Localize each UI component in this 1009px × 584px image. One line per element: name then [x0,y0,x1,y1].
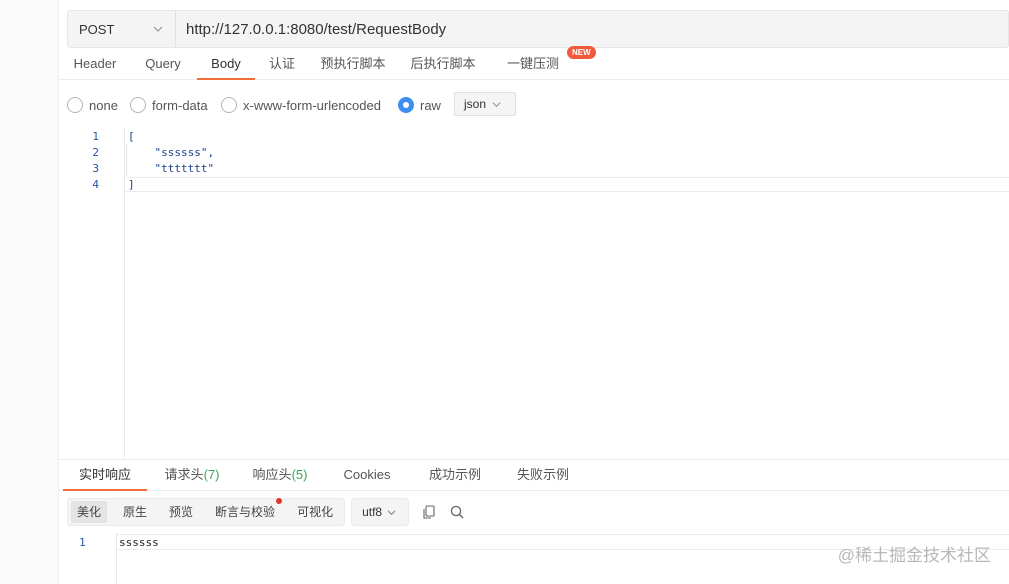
raw-format-label: json [464,97,487,111]
response-text: ssssss [119,536,159,549]
response-gutter: 1 [59,533,117,584]
radio-circle-selected [398,97,414,113]
new-badge: NEW [567,46,596,59]
method-select[interactable]: POST [68,11,176,47]
tab-auth[interactable]: 认证 [265,48,299,80]
tab-realtime-response[interactable]: 实时响应 [63,460,147,491]
raw-format-select[interactable]: json [454,92,516,116]
tab-header[interactable]: Header [67,48,123,80]
radio-circle [67,97,83,113]
response-headers-count: (5) [291,467,308,482]
tab-post-script[interactable]: 后执行脚本 [407,48,479,80]
radio-urlencoded-label: x-www-form-urlencoded [243,97,381,113]
tab-pre-script[interactable]: 预执行脚本 [317,48,389,80]
watermark: @稀土掘金技术社区 [837,546,991,565]
chevron-down-icon [492,101,501,107]
code-line: [ [128,130,135,143]
encoding-select[interactable]: utf8 [351,498,410,526]
body-editor[interactable]: 1 2 3 4 [ "ssssss", "ttttttt" ] [59,128,1009,458]
request-tabs: Header Query Body 认证 预执行脚本 后执行脚本 一键压测 [59,48,1009,80]
tab-success-example[interactable]: 成功示例 [423,460,487,491]
radio-raw[interactable]: raw [398,97,441,113]
chevron-down-icon [153,26,163,32]
radio-circle [221,97,237,113]
notification-dot [276,498,283,504]
api-request-panel: POST http://127.0.0.1:8080/test/RequestB… [59,0,1009,584]
radio-form-data[interactable]: form-data [130,97,208,113]
line-number: 1 [79,536,86,549]
tab-response-headers[interactable]: 响应头(5) [247,460,313,491]
tab-stress-test[interactable]: 一键压测 [497,48,569,80]
radio-none[interactable]: none [67,97,118,113]
editor-gutter: 1 2 3 4 [59,128,125,458]
tab-query[interactable]: Query [139,48,187,80]
view-visualize-button[interactable]: 可视化 [291,501,339,523]
line-number: 2 [92,146,99,159]
code-area: [ "ssssss", "ttttttt" ] [125,128,1009,206]
radio-form-data-label: form-data [152,97,208,113]
code-line: ] [128,178,135,191]
code-line: "ssssss", [128,146,215,159]
encoding-label: utf8 [362,505,383,519]
request-headers-count: (7) [203,467,220,482]
view-mode-group: 美化 原生 预览 断言与校验 可视化 [67,498,346,526]
chevron-down-icon [387,509,396,515]
line-number: 3 [92,162,99,175]
line-number: 4 [92,178,99,191]
code-line: "ttttttt" [128,162,215,175]
view-preview-button[interactable]: 预览 [163,501,199,523]
radio-none-label: none [89,97,118,113]
tab-body[interactable]: Body [197,48,255,80]
radio-circle [130,97,146,113]
tab-response-headers-label: 响应头 [252,467,292,482]
url-input[interactable]: http://127.0.0.1:8080/test/RequestBody [176,21,446,38]
tab-request-headers[interactable]: 请求头(7) [159,460,225,491]
radio-raw-label: raw [420,97,441,113]
line-number: 1 [92,130,99,143]
view-assertion-label: 断言与校验 [215,505,276,519]
tab-cookies[interactable]: Cookies [337,460,397,491]
view-raw-button[interactable]: 原生 [117,501,153,523]
method-label: POST [79,21,115,37]
view-pretty-button[interactable]: 美化 [71,501,108,523]
tab-request-headers-label: 请求头 [164,467,204,482]
view-assertion-button[interactable]: 断言与校验 [209,498,283,523]
response-toolbar: 美化 原生 预览 断言与校验 可视化 utf8 [67,498,465,526]
response-tabs: 实时响应 请求头(7) 响应头(5) Cookies 成功示例 失败示例 [59,459,1009,491]
search-icon[interactable] [449,504,465,520]
radio-urlencoded[interactable]: x-www-form-urlencoded [221,97,381,113]
copy-icon[interactable] [421,504,437,520]
left-sidebar-strip [0,0,59,584]
tab-failure-example[interactable]: 失败示例 [511,460,575,491]
body-type-row: none form-data x-www-form-urlencoded raw… [67,92,667,120]
url-bar: POST http://127.0.0.1:8080/test/RequestB… [67,10,1009,48]
